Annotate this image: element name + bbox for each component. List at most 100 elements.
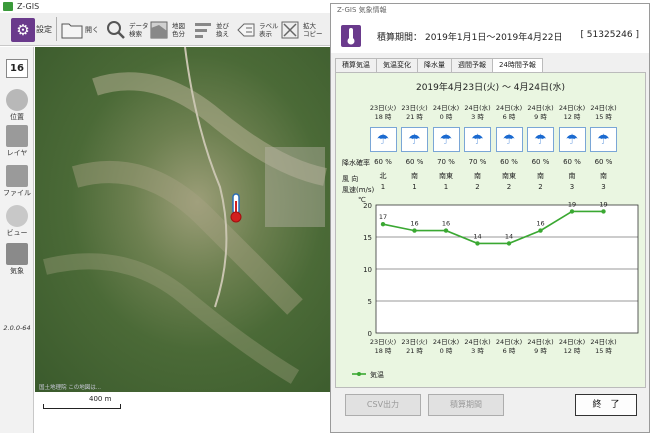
time-hour-label: 3 時 [471, 113, 484, 121]
x-tick-hour-label: 21 時 [406, 347, 423, 355]
legend-marker [357, 372, 361, 376]
file-icon [6, 165, 28, 187]
time-hour-label: 12 時 [563, 113, 581, 121]
x-tick-day-label: 24日(水) [590, 337, 616, 346]
wind-speed-value: 2 [538, 183, 543, 191]
dialog-footer: CSV出力 積算期間 終 了 [331, 388, 649, 432]
data-label: 14 [505, 232, 513, 240]
weather-dialog: Z-GIS 気象情報 積算期間： 2019年1月1日～2019年4月22日 [ … [330, 3, 650, 433]
rain-prob-value: 60 % [405, 158, 424, 166]
tab-accumulated-temp[interactable]: 積算気温 [335, 58, 377, 72]
umbrella-rain-icon: ☂ [558, 127, 586, 152]
thermometer-icon [6, 243, 28, 265]
thermometer-marker-icon[interactable] [225, 192, 247, 224]
x-tick-day-label: 24日(水) [496, 337, 522, 346]
mesh-code: [ 51325246 ] [580, 30, 639, 40]
sidebar-item-file[interactable]: ファイル [2, 165, 32, 198]
tab-24h-forecast[interactable]: 24時間予報 [492, 58, 543, 73]
time-hour-label: 21 時 [406, 113, 423, 121]
map-copyright: 国土地理院 この地図は... [39, 385, 101, 391]
tab-temp-change[interactable]: 気温変化 [376, 58, 418, 72]
y-tick-label: 10 [363, 266, 372, 274]
tab-weekly-forecast[interactable]: 週間予報 [451, 58, 493, 72]
enlarge-copy-icon [278, 18, 302, 42]
thermometer-icon [341, 25, 361, 47]
sidebar-item-weather[interactable]: 気象 [2, 243, 32, 276]
app-title: Z-GIS [17, 2, 40, 11]
label-display-button[interactable]: ラベル 表示 [234, 16, 279, 44]
rain-prob-value: 70 % [437, 158, 455, 166]
map-color-icon [147, 18, 171, 42]
version-label: 2.0.0-64 [3, 324, 31, 332]
folder-icon [60, 18, 84, 42]
period-value: 2019年1月1日～2019年4月22日 [425, 33, 563, 43]
data-label: 16 [442, 220, 450, 228]
map-terrain [43, 47, 327, 384]
close-button[interactable]: 終 了 [575, 394, 637, 416]
data-label: 16 [536, 220, 544, 228]
rain-prob-value: 60 % [500, 158, 518, 166]
time-hour-label: 9 時 [534, 113, 547, 121]
temperature-point [538, 228, 543, 233]
eye-icon [6, 205, 28, 227]
time-day-label: 24日(水) [590, 104, 617, 112]
x-tick-hour-label: 9 時 [534, 347, 547, 355]
x-tick-hour-label: 6 時 [503, 347, 516, 355]
wind-speed-value: 2 [475, 183, 480, 191]
rain-prob-value: 60 % [531, 158, 550, 166]
umbrella-rain-icon: ☂ [527, 127, 554, 152]
aerial-map[interactable]: 国土地理院 この地図は... [35, 47, 330, 392]
temperature-point [412, 228, 417, 233]
y-tick-label: 15 [363, 234, 372, 242]
umbrella-rain-icon: ☂ [369, 127, 397, 152]
x-tick-hour-label: 12 時 [564, 347, 581, 355]
time-day-label: 24日(水) [464, 104, 491, 112]
magnifier-icon [104, 18, 128, 42]
csv-export-button[interactable]: CSV出力 [345, 394, 421, 416]
sort-icon [191, 18, 215, 42]
tab-precipitation[interactable]: 降水量 [417, 58, 452, 72]
data-search-button[interactable]: データ 検索 [104, 16, 149, 44]
map-color-button[interactable]: 地図 色分 [147, 16, 185, 44]
rain-prob-value: 70 % [468, 158, 487, 166]
umbrella-rain-icon: ☂ [432, 127, 460, 152]
data-label: 17 [379, 213, 387, 221]
legend-label: 気温 [370, 370, 384, 379]
umbrella-rain-icon: ☂ [401, 127, 428, 152]
layer-icon [6, 125, 28, 147]
wind-dir-value: 南 [474, 172, 481, 180]
data-label: 19 [568, 200, 576, 208]
period-button[interactable]: 積算期間 [428, 394, 504, 416]
time-day-label: 24日(水) [527, 104, 554, 112]
wind-speed-value: 1 [443, 183, 449, 191]
wind-speed-value: 3 [601, 183, 606, 191]
wind-dir-value: 南東 [439, 172, 453, 180]
app-logo-icon [3, 2, 13, 11]
time-hour-label: 18 時 [374, 113, 392, 121]
sort-button[interactable]: 並び 換え [191, 16, 229, 44]
sidebar-item-view[interactable]: ビュー [2, 205, 32, 238]
data-label: 16 [410, 220, 418, 228]
label-icon [234, 18, 258, 42]
zoom-level[interactable]: 16 [6, 59, 28, 78]
umbrella-rain-icon: ☂ [495, 127, 523, 152]
sidebar-item-position[interactable]: 位置 [2, 89, 32, 122]
x-tick-hour-label: 15 時 [595, 347, 612, 355]
time-hour-label: 15 時 [595, 113, 612, 121]
enlarge-copy-button[interactable]: 拡大 コピー [278, 16, 323, 44]
temperature-point [380, 222, 386, 227]
time-day-label: 23日(火) [369, 104, 397, 112]
wind-speed-value: 1 [412, 183, 417, 191]
wind-speed-value: 1 [380, 183, 386, 191]
sidebar-item-layer[interactable]: レイヤ [2, 125, 32, 158]
wind-speed-value: 3 [569, 183, 575, 191]
rain-prob-value: 60 % [563, 158, 581, 166]
time-hour-label: 6 時 [502, 113, 516, 121]
settings-button[interactable]: ⚙ 設定 [11, 16, 52, 44]
open-button[interactable]: 開く [60, 16, 99, 44]
x-tick-day-label: 24日(水) [559, 337, 585, 346]
data-label: 14 [473, 232, 481, 240]
wind-dir-value: 南 [600, 172, 607, 180]
x-tick-day-label: 24日(水) [464, 337, 490, 346]
x-tick-day-label: 24日(水) [527, 337, 553, 346]
